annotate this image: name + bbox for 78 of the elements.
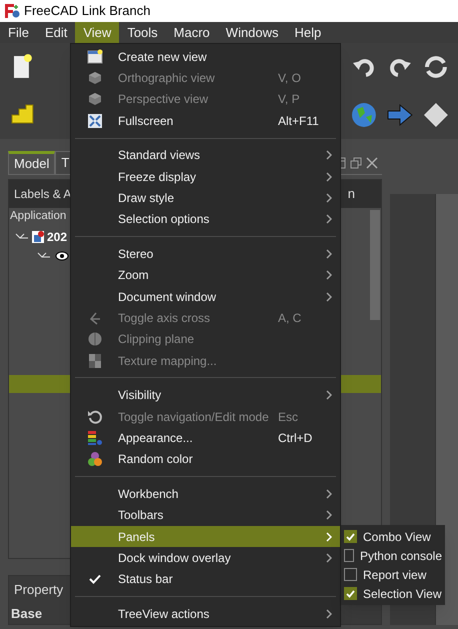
menu-bar-item[interactable]: View: [75, 22, 120, 43]
menu-bar-item[interactable]: Macro: [166, 22, 218, 43]
cube-icon: [86, 70, 102, 86]
chevron-right-icon: [326, 510, 332, 520]
chevron-right-icon: [326, 488, 332, 499]
menu-item[interactable]: Panels: [71, 526, 340, 548]
chevron-right-icon: [326, 552, 332, 563]
refresh-icon[interactable]: [422, 53, 450, 81]
tree-item[interactable]: 202: [47, 228, 68, 246]
color-balls-icon: [86, 451, 102, 468]
panel-tab[interactable]: Model: [8, 150, 56, 174]
submenu-item[interactable]: Combo View: [341, 527, 445, 546]
submenu-item[interactable]: Report view: [341, 565, 445, 584]
chevron-right-icon: [326, 608, 332, 619]
menu-item[interactable]: Random color: [71, 448, 340, 470]
chevron-right-icon: [326, 214, 332, 224]
menu-item[interactable]: Stereo: [71, 243, 340, 265]
scrollbar[interactable]: [370, 210, 380, 320]
shortcut-label: Ctrl+D: [278, 430, 314, 447]
menu-item[interactable]: Toolbars: [71, 504, 340, 526]
property-group: Base: [9, 604, 44, 624]
menu-item[interactable]: Dock window overlay: [71, 547, 340, 569]
menu-bar-item[interactable]: Windows: [218, 22, 287, 43]
color-bars-icon: [86, 430, 102, 446]
chevron-right-icon: [326, 532, 332, 542]
menu-item[interactable]: Appearance... Ctrl+D: [71, 427, 340, 449]
expand-arrow-icon[interactable]: [15, 232, 29, 242]
expand-arrow-icon[interactable]: [37, 250, 51, 260]
menu-bar-item[interactable]: File: [0, 22, 37, 43]
submenu-item[interactable]: Selection View: [341, 584, 445, 603]
globe-icon[interactable]: [350, 101, 378, 129]
sphere-icon: [86, 331, 102, 348]
menu-item[interactable]: Fullscreen Alt+F11: [71, 110, 340, 132]
column-header: n: [348, 185, 355, 204]
tree-item[interactable]: Application: [9, 208, 68, 227]
menu-item[interactable]: Selection options: [71, 208, 340, 230]
chevron-right-icon: [326, 292, 332, 302]
submenu-item[interactable]: Python console: [341, 546, 445, 565]
check-icon: [88, 574, 100, 584]
close-icon[interactable]: [366, 156, 378, 168]
menu-bar-item[interactable]: Edit: [36, 22, 76, 43]
chevron-right-icon: [326, 270, 332, 280]
menu-bar-item[interactable]: Help: [286, 22, 330, 43]
column-header: Property: [13, 581, 64, 600]
chevron-right-icon: [326, 390, 332, 400]
menu-bar-item[interactable]: Tools: [119, 22, 166, 43]
app-logo-icon: [4, 3, 20, 19]
checkbox[interactable]: [344, 587, 357, 600]
rotate-icon: [86, 408, 102, 425]
checkbox[interactable]: [344, 568, 357, 581]
checkbox[interactable]: [344, 549, 354, 562]
window-title: FreeCAD Link Branch: [24, 2, 150, 20]
cube-icon: [86, 91, 102, 108]
shortcut-label: Esc: [278, 408, 300, 426]
eye-icon: [55, 250, 69, 260]
diamond-icon[interactable]: [422, 101, 450, 129]
menu-item[interactable]: Zoom: [71, 264, 340, 286]
shortcut-label: V, P: [278, 91, 301, 108]
shortcut-label: A, C: [278, 310, 302, 327]
menu-item[interactable]: Draw style: [71, 187, 340, 209]
window-icon: [86, 48, 102, 65]
shortcut-label: V, O: [278, 70, 302, 88]
texture-icon: [86, 352, 102, 369]
menu-item[interactable]: TreeView actions: [71, 602, 340, 624]
menu-item[interactable]: Visibility: [71, 384, 340, 406]
menu-item[interactable]: Create new view: [71, 46, 340, 68]
document-icon: [31, 230, 45, 244]
menu-item[interactable]: Status bar: [71, 568, 340, 590]
checkbox[interactable]: [344, 530, 357, 543]
chevron-right-icon: [326, 172, 332, 182]
restore-icon[interactable]: [350, 156, 362, 168]
menu-item[interactable]: Document window: [71, 286, 340, 308]
chevron-right-icon: [326, 193, 332, 204]
shortcut-label: Alt+F11: [278, 112, 320, 130]
expand-arrows-icon: [86, 112, 102, 129]
menu-item[interactable]: Workbench: [71, 483, 340, 504]
chevron-right-icon: [326, 150, 332, 160]
chevron-right-icon: [326, 248, 332, 259]
